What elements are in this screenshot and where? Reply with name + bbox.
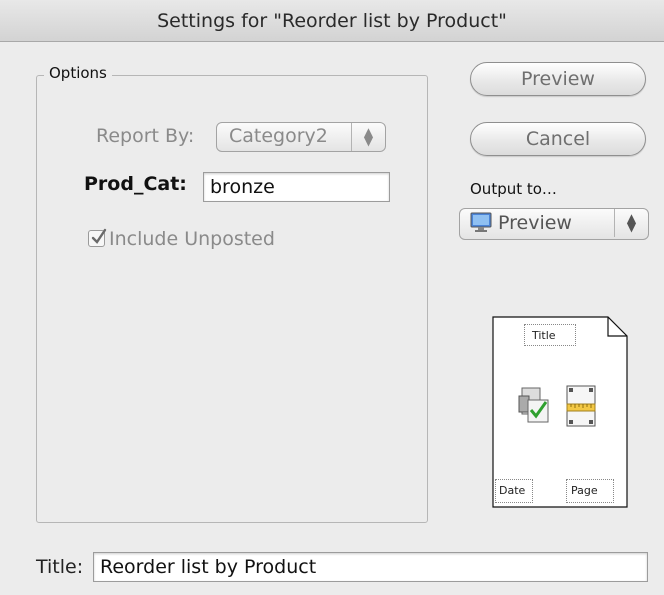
ruler-page-icon	[566, 385, 596, 427]
report-by-popup[interactable]: Category2 ▲ ▼	[216, 122, 386, 152]
options-group-label: Options	[44, 64, 112, 82]
cancel-button[interactable]: Cancel	[470, 122, 646, 156]
popup-arrows-icon: ▲ ▼	[614, 209, 648, 237]
prod-cat-label: Prod_Cat:	[84, 173, 187, 195]
report-by-value: Category2	[229, 125, 328, 147]
preview-button[interactable]: Preview	[470, 62, 646, 96]
window-title: Settings for "Reorder list by Product"	[0, 0, 664, 42]
page-layout-preview: Title Date Page	[492, 316, 628, 508]
monitor-icon	[470, 212, 492, 232]
print-check-icon	[518, 387, 549, 423]
preview-title-text: Title	[532, 329, 556, 342]
include-unposted-label: Include Unposted	[109, 228, 275, 250]
include-unposted-checkbox[interactable]: Include Unposted	[88, 228, 275, 250]
preview-page-text: Page	[571, 484, 598, 497]
prod-cat-field[interactable]: bronze	[203, 172, 390, 202]
output-to-label: Output to…	[470, 180, 557, 198]
output-popup[interactable]: Preview ▲ ▼	[459, 208, 649, 240]
preview-date-text: Date	[499, 484, 526, 497]
checkbox-checked-icon	[88, 228, 107, 247]
title-label: Title:	[36, 556, 84, 578]
report-by-label: Report By:	[96, 125, 195, 147]
output-value: Preview	[498, 212, 572, 234]
title-field[interactable]: Reorder list by Product	[93, 552, 648, 582]
popup-arrows-icon: ▲ ▼	[351, 123, 385, 151]
